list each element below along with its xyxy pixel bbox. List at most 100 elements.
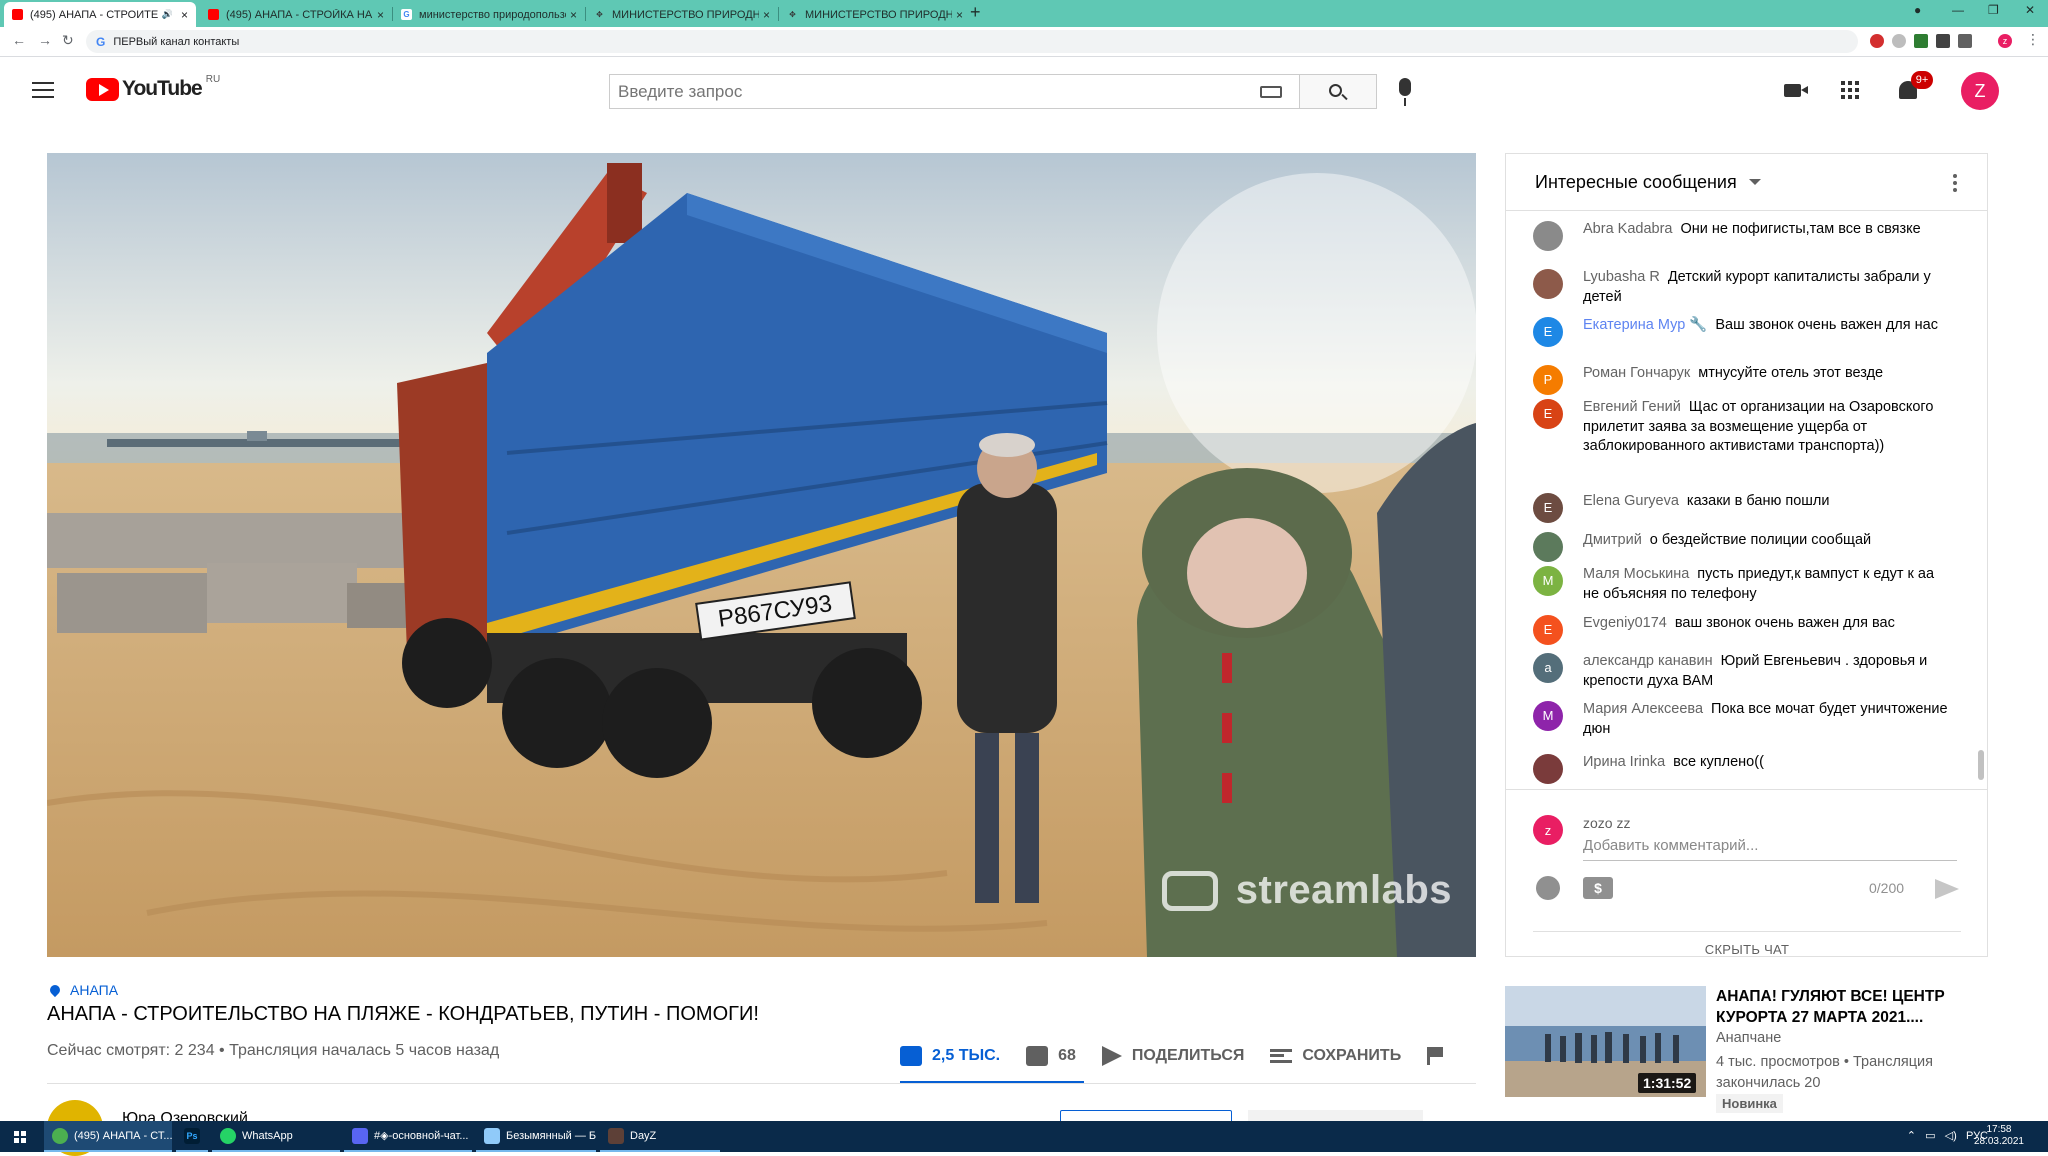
like-count: 2,5 ТЫС.	[932, 1047, 1001, 1064]
speaker-icon[interactable]: 🔊	[162, 9, 173, 20]
author-name[interactable]: александр канавин	[1583, 653, 1713, 669]
forward-icon[interactable]: →	[38, 32, 52, 48]
maximize-button[interactable]: ❐	[1988, 3, 1999, 17]
author-avatar[interactable]: M	[1533, 701, 1563, 731]
author-avatar[interactable]: M	[1533, 566, 1563, 596]
back-icon[interactable]: ←	[12, 32, 26, 48]
chat-message: M Маля Моськина пусть приедут,к вампуст к…	[1533, 565, 1953, 604]
volume-icon[interactable]: ◁)	[1945, 1130, 1957, 1142]
close-window-button[interactable]: ✕	[2025, 3, 2035, 17]
browser-tab[interactable]: ✥ МИНИСТЕРСТВО ПРИРОДНЫХ ×	[779, 2, 971, 27]
recommendation-channel[interactable]: Анапчане	[1716, 1030, 1781, 1046]
author-name[interactable]: Дмитрий	[1583, 532, 1642, 548]
author-avatar[interactable]: E	[1533, 317, 1563, 347]
author-name[interactable]: Ирина Irinka	[1583, 754, 1665, 770]
taskbar-item-notepad[interactable]: Безымянный — Б...	[476, 1121, 596, 1152]
author-avatar[interactable]: P	[1533, 365, 1563, 395]
author-avatar[interactable]	[1533, 754, 1563, 784]
reload-icon[interactable]: ↻	[62, 32, 74, 49]
taskbar-item-dayz[interactable]: DayZ	[600, 1121, 720, 1152]
author-name[interactable]: Екатерина Мур 🔧	[1583, 317, 1707, 333]
windows-start-icon[interactable]	[14, 1131, 26, 1143]
chat-scrollbar[interactable]	[1978, 750, 1984, 780]
author-name[interactable]: Evgeniy0174	[1583, 615, 1667, 631]
hide-chat-button[interactable]: СКРЫТЬ ЧАТ	[1533, 931, 1961, 957]
microphone-stand	[1404, 98, 1406, 106]
emoji-icon[interactable]	[1536, 876, 1560, 900]
google-icon: G	[401, 9, 412, 20]
microphone-icon[interactable]	[1399, 78, 1411, 96]
close-tab-icon[interactable]: ×	[377, 8, 384, 22]
dislike-button[interactable]: 68	[1026, 1046, 1076, 1066]
close-tab-icon[interactable]: ×	[570, 8, 577, 22]
reading-list-icon[interactable]	[1958, 34, 1972, 48]
opera-extension-icon[interactable]	[1870, 34, 1884, 48]
browser-tab[interactable]: ✥ МИНИСТЕРСТВО ПРИРОДНЫХ ×	[586, 2, 778, 27]
close-tab-icon[interactable]: ×	[181, 8, 188, 22]
author-name[interactable]: Мария Алексеева	[1583, 701, 1703, 717]
extensions-icon[interactable]	[1936, 34, 1950, 48]
author-avatar[interactable]: E	[1533, 399, 1563, 429]
menu-icon[interactable]: ⋮	[2026, 31, 2040, 48]
author-avatar[interactable]	[1533, 532, 1563, 562]
address-bar[interactable]: G ПЕРВый канал контакты	[86, 30, 1858, 53]
author-avatar[interactable]	[1533, 269, 1563, 299]
like-button[interactable]: 2,5 ТЫС.	[900, 1046, 1000, 1066]
browser-tab[interactable]: (495) АНАПА - СТРОЙКА НА ПЛЯ ×	[200, 2, 392, 27]
close-tab-icon[interactable]: ×	[763, 8, 770, 22]
tab-title: (495) АНАПА - СТРОЙКА НА ПЛЯ	[226, 8, 373, 21]
report-button[interactable]	[1427, 1047, 1453, 1065]
taskbar-item-photoshop[interactable]: Ps	[176, 1121, 208, 1152]
author-name[interactable]: Евгений Гений	[1583, 399, 1681, 415]
chevron-up-icon[interactable]: ⌃	[1907, 1130, 1916, 1142]
author-name[interactable]: Elena Guryeva	[1583, 493, 1679, 509]
author-name[interactable]: Роман Гончарук	[1583, 365, 1690, 381]
gerb-icon: ✥	[789, 10, 796, 19]
notifications-badge: 9+	[1911, 71, 1933, 89]
vpn-extension-icon[interactable]	[1892, 34, 1906, 48]
profile-avatar[interactable]: z	[1998, 34, 2012, 48]
more-options-icon[interactable]	[1953, 174, 1957, 195]
comment-input[interactable]: Добавить комментарий...	[1583, 836, 1957, 861]
keyboard-icon[interactable]	[1260, 86, 1282, 98]
network-icon[interactable]: ▭	[1925, 1130, 1935, 1142]
browser-tab[interactable]: (495) АНАПА - СТРОИТЕЛЬ 🔊 ×	[4, 2, 196, 27]
author-name[interactable]: Abra Kadabra	[1583, 221, 1672, 237]
chat-messages[interactable]: Abra Kadabra Они не пофигисты,там все в с…	[1506, 211, 1987, 789]
share-button[interactable]: ПОДЕЛИТЬСЯ	[1101, 1046, 1244, 1066]
video-player[interactable]: Р867СУ93 streamlabs	[47, 153, 1476, 957]
chat-mode-label[interactable]: Интересные сообщения	[1535, 172, 1737, 193]
author-name[interactable]: Маля Моськина	[1583, 566, 1689, 582]
location-text: АНАПА	[70, 982, 119, 998]
author-avatar[interactable]: E	[1533, 493, 1563, 523]
taskbar-item-whatsapp[interactable]: WhatsApp	[212, 1121, 340, 1152]
location-tag[interactable]: АНАПА	[47, 982, 119, 998]
chevron-down-icon[interactable]	[1748, 179, 1761, 185]
author-avatar[interactable]: E	[1533, 615, 1563, 645]
download-extension-icon[interactable]	[1914, 34, 1928, 48]
system-clock[interactable]: 17:58 28.03.2021	[1974, 1124, 2024, 1148]
super-chat-icon[interactable]: $	[1583, 877, 1613, 899]
taskbar-item-discord[interactable]: #◈-основной-чат...	[344, 1121, 472, 1152]
browser-tab[interactable]: G министерство природопользо ×	[393, 2, 585, 27]
save-button[interactable]: СОХРАНИТЬ	[1270, 1047, 1401, 1065]
recommendation-title[interactable]: АНАПА! ГУЛЯЮТ ВСЕ! ЦЕНТР КУРОРТА 27 МАРТ…	[1716, 986, 1966, 1028]
logo-region: RU	[205, 73, 221, 85]
account-avatar[interactable]: Z	[1961, 72, 1999, 110]
author-avatar[interactable]	[1533, 221, 1563, 251]
author-name[interactable]: Lyubasha R	[1583, 269, 1660, 285]
apps-icon[interactable]	[1841, 81, 1859, 99]
author-avatar[interactable]: a	[1533, 653, 1563, 683]
search-input[interactable]: Введите запрос	[609, 74, 1300, 109]
create-video-icon[interactable]	[1784, 84, 1808, 97]
close-tab-icon[interactable]: ×	[956, 8, 963, 22]
send-icon[interactable]	[1935, 879, 1959, 899]
new-tab-button[interactable]: +	[970, 2, 981, 23]
chat-message: a александр канавин Юрий Евгеньевич . здо…	[1533, 652, 1953, 691]
share-icon	[1101, 1046, 1122, 1066]
menu-icon[interactable]	[32, 82, 54, 103]
youtube-logo[interactable]: YouTube RU	[86, 73, 221, 101]
taskbar-item-chrome[interactable]: (495) АНАПА - СТ...	[44, 1121, 172, 1152]
profile-dot-icon[interactable]: ●	[1914, 3, 1921, 17]
minimize-button[interactable]: —	[1952, 3, 1964, 17]
